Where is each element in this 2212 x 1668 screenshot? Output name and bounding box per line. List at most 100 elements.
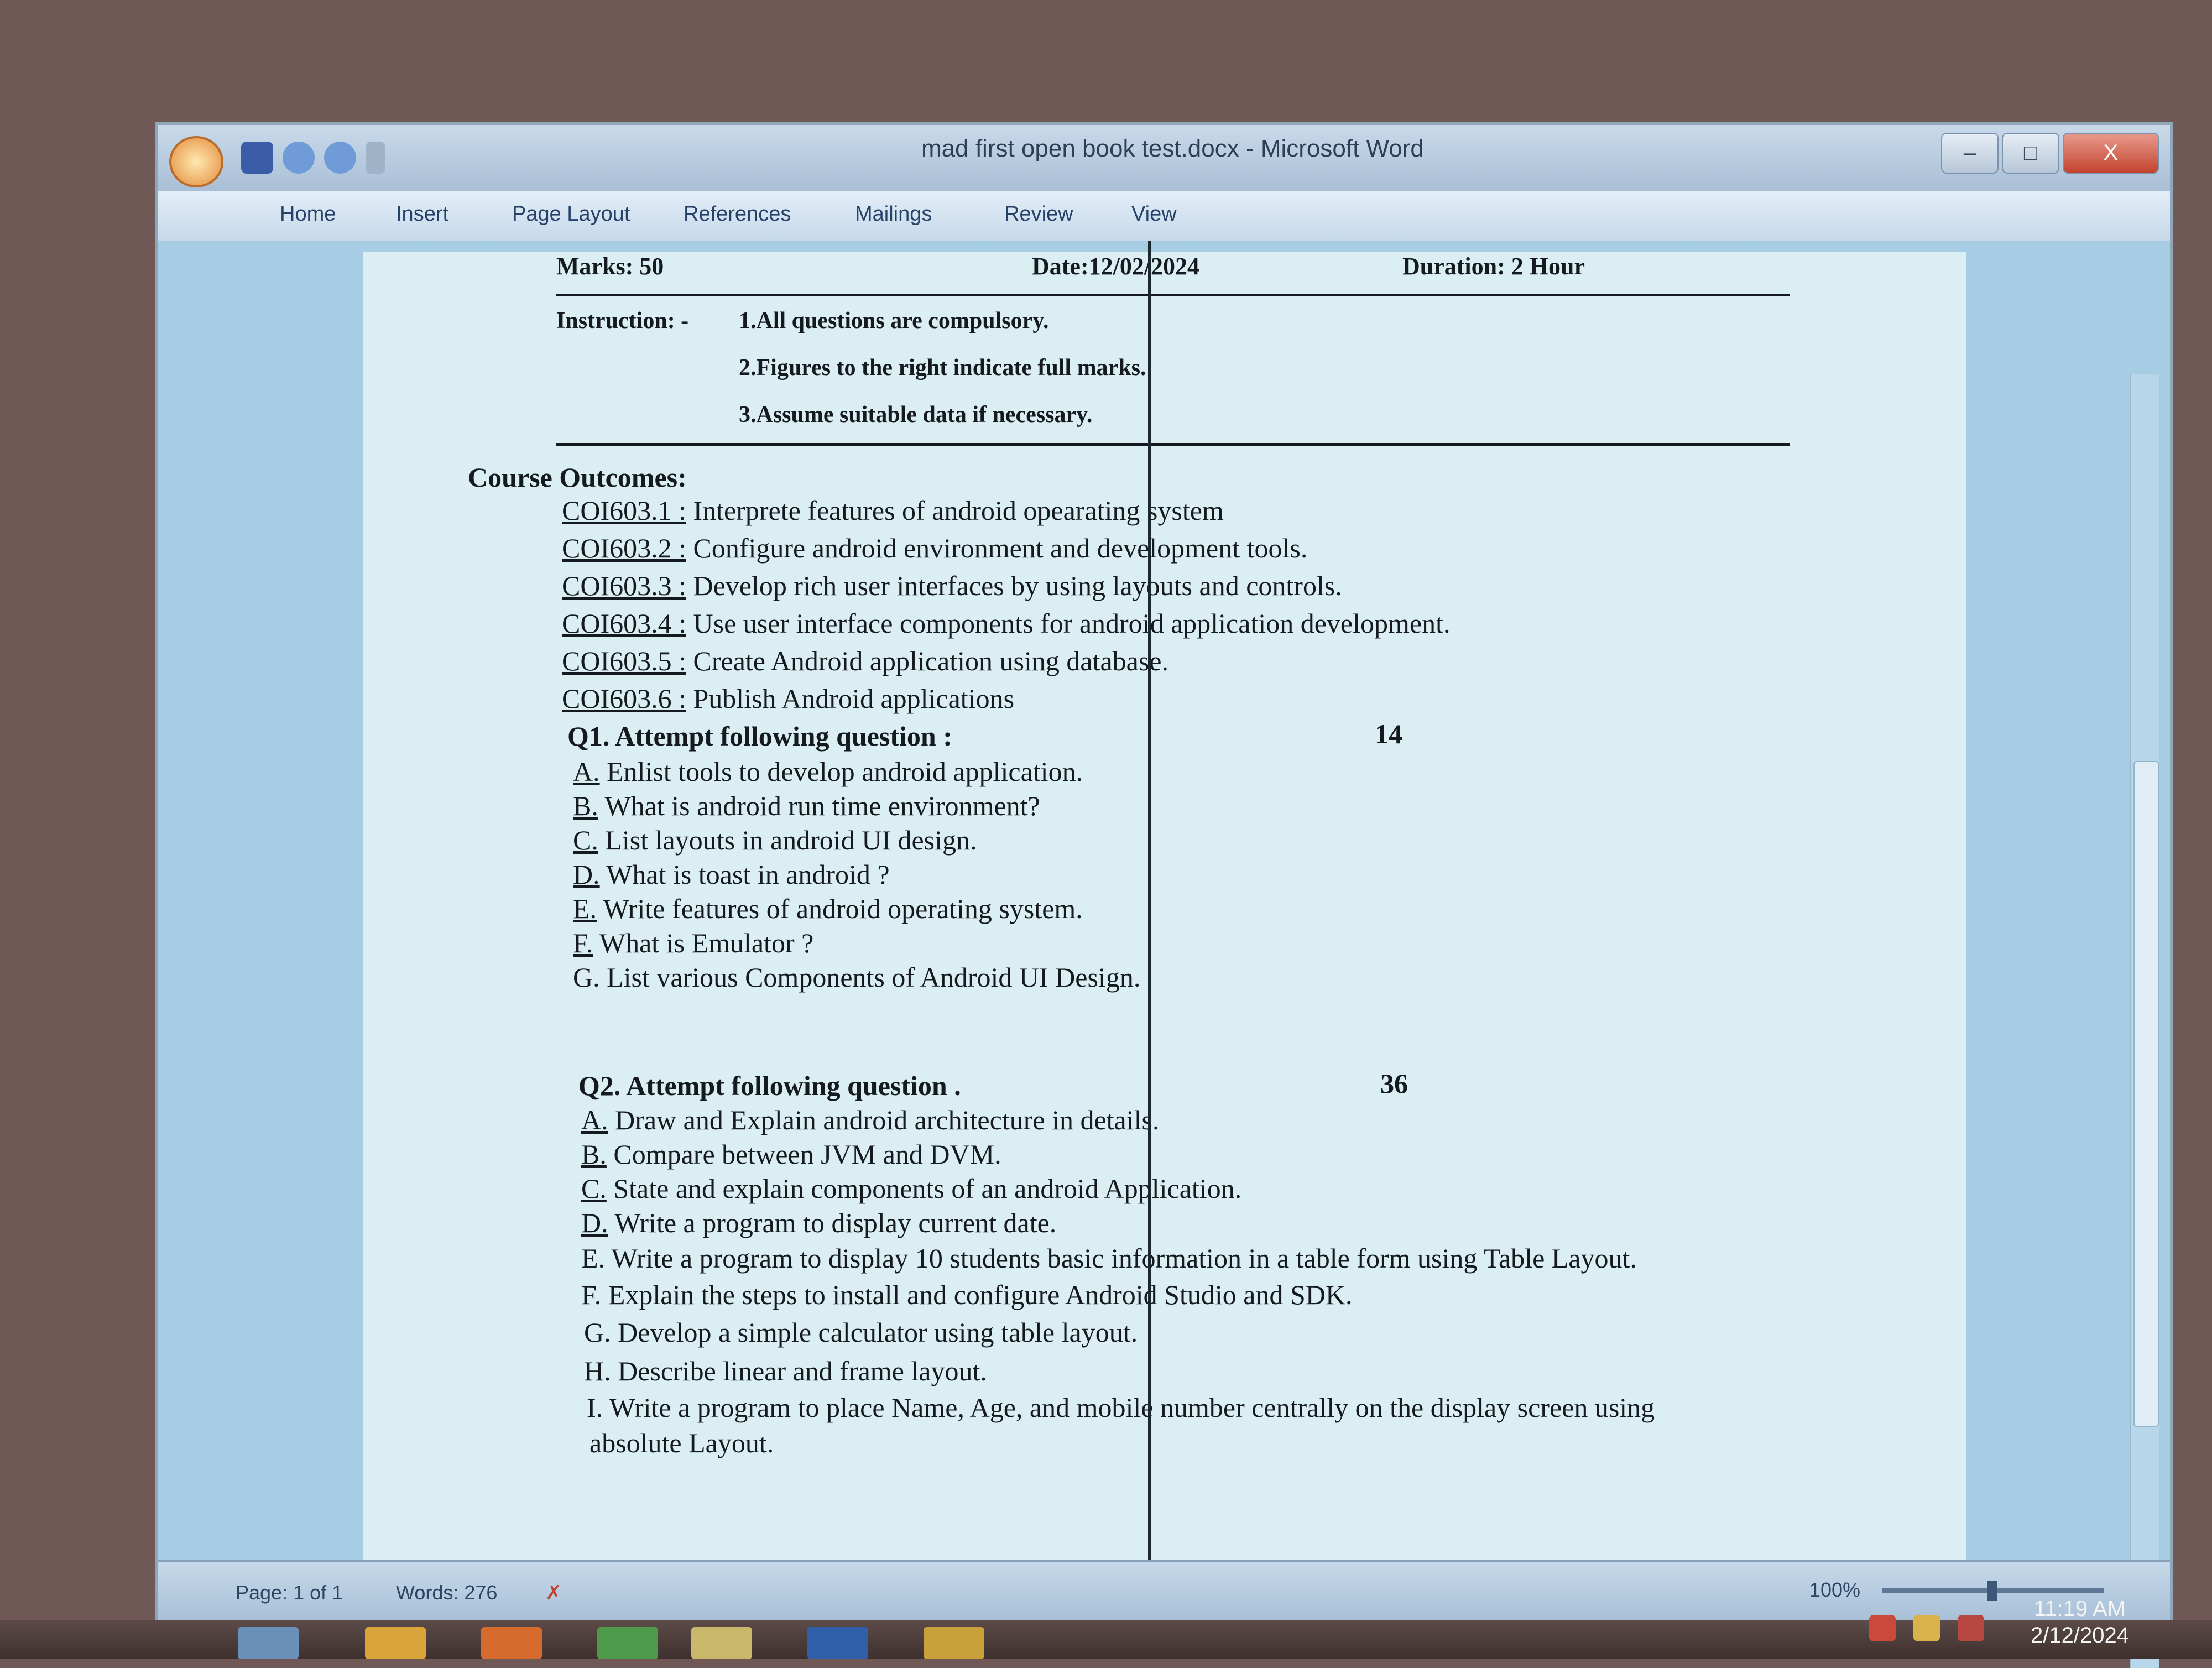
tab-page-layout[interactable]: Page Layout: [512, 202, 630, 226]
q1-marks: 14: [1375, 718, 1402, 749]
close-button[interactable]: X: [2063, 133, 2159, 174]
taskbar-app-icon[interactable]: [924, 1627, 984, 1659]
q2-item: G. Develop a simple calculator using tab…: [584, 1316, 1138, 1348]
zoom-slider-knob[interactable]: [1987, 1581, 1997, 1601]
q2-item: H. Describe linear and frame layout.: [584, 1355, 987, 1387]
item-text: What is toast in android ?: [599, 859, 890, 890]
instruction-label: Instruction: -: [556, 308, 689, 333]
tab-review[interactable]: Review: [1004, 202, 1073, 226]
taskbar-folder-icon[interactable]: [365, 1627, 426, 1659]
scrollbar-thumb[interactable]: [2133, 761, 2159, 1427]
q2-continuation: absolute Layout.: [589, 1427, 774, 1458]
status-bar: Page: 1 of 1 Words: 276 ✗ 100%: [158, 1560, 2170, 1623]
co-code: COI603.5 :: [562, 645, 686, 676]
system-clock[interactable]: 11:19 AM 2/12/2024: [2031, 1596, 2129, 1649]
item-letter: C.: [581, 1173, 607, 1204]
item-letter: A.: [581, 1104, 608, 1135]
item-letter: C.: [573, 825, 598, 856]
item-letter: F.: [581, 1279, 602, 1310]
tab-mailings[interactable]: Mailings: [855, 202, 932, 226]
q2-title: Q2. Attempt following question .: [578, 1070, 961, 1101]
q1-title: Q1. Attempt following question :: [567, 721, 952, 752]
q1-item: D. What is toast in android ?: [573, 858, 890, 890]
item-letter: I.: [587, 1392, 603, 1423]
item-letter: G.: [573, 962, 600, 993]
page-count[interactable]: Page: 1 of 1: [236, 1581, 343, 1604]
item-text: Write a program to display 10 students b…: [605, 1243, 1637, 1274]
co-code: COI603.2 :: [562, 533, 686, 564]
restore-button[interactable]: □: [2002, 133, 2059, 174]
taskbar-app-icon[interactable]: [238, 1627, 299, 1659]
course-outcomes-title: Course Outcomes:: [468, 462, 687, 493]
marks-label: Marks: 50: [556, 253, 664, 280]
customize-quick-access-icon[interactable]: [366, 142, 385, 174]
tab-references[interactable]: References: [684, 202, 791, 226]
save-icon[interactable]: [241, 142, 273, 174]
word-count[interactable]: Words: 276: [396, 1581, 497, 1604]
header-rule: [556, 294, 1790, 296]
taskbar-word-icon[interactable]: [807, 1627, 868, 1659]
taskbar-media-icon[interactable]: [481, 1627, 542, 1659]
q1-item: A. Enlist tools to develop android appli…: [573, 755, 1083, 788]
q1-item: G. List various Components of Android UI…: [573, 961, 1140, 993]
undo-icon[interactable]: [283, 142, 315, 174]
item-letter: E.: [581, 1243, 606, 1274]
co-text: Create Android application using databas…: [686, 645, 1168, 676]
zoom-level[interactable]: 100%: [1809, 1578, 1860, 1602]
item-text: Enlist tools to develop android applicat…: [599, 756, 1083, 787]
screen: { "window": { "title": "mad first open b…: [0, 0, 2212, 1668]
vertical-scrollbar[interactable]: [2130, 374, 2159, 1668]
action-center-flag-icon[interactable]: [1958, 1615, 1984, 1641]
taskbar-app-icon[interactable]: [691, 1627, 752, 1659]
item-text: State and explain components of an andro…: [606, 1173, 1242, 1204]
item-text: What is Emulator ?: [593, 927, 814, 958]
column-guide-line: [1148, 241, 1151, 1635]
co-text: Publish Android applications: [686, 683, 1015, 714]
proofing-icon[interactable]: ✗: [545, 1581, 562, 1604]
q1-item: B. What is android run time environment?: [573, 790, 1040, 822]
q2-item: A. Draw and Explain android architecture…: [581, 1104, 1159, 1136]
item-letter: B.: [573, 790, 598, 821]
item-text: Describe linear and frame layout.: [611, 1356, 987, 1386]
instruction-rule: [556, 443, 1790, 446]
item-text: Compare between JVM and DVM.: [606, 1139, 1001, 1170]
window-title: mad first open book test.docx - Microsof…: [921, 135, 1424, 162]
word-window: mad first open book test.docx - Microsof…: [155, 122, 2173, 1668]
title-bar: mad first open book test.docx - Microsof…: [158, 125, 2170, 193]
redo-icon[interactable]: [324, 142, 356, 174]
item-letter: H.: [584, 1356, 611, 1386]
window-controls: – □ X: [1941, 133, 2159, 174]
co-code: COI603.1 :: [562, 495, 686, 526]
item-text: List layouts in android UI design.: [598, 825, 977, 856]
item-letter: D.: [573, 859, 600, 890]
q2-item: B. Compare between JVM and DVM.: [581, 1138, 1001, 1170]
volume-icon[interactable]: [1869, 1615, 1896, 1641]
co-text: Develop rich user interfaces by using la…: [686, 570, 1342, 601]
item-letter: G.: [584, 1317, 611, 1348]
item-letter: D.: [581, 1207, 608, 1238]
item-text: Write features of android operating syst…: [597, 893, 1083, 924]
co-code: COI603.6 :: [562, 683, 686, 714]
taskbar-browser-icon[interactable]: [597, 1627, 658, 1659]
item-letter: F.: [573, 927, 593, 958]
tab-insert[interactable]: Insert: [396, 202, 448, 226]
tab-home[interactable]: Home: [280, 202, 336, 226]
date-label: Date:12/02/2024: [1032, 253, 1200, 280]
item-text: Explain the steps to install and configu…: [601, 1279, 1353, 1310]
office-button[interactable]: [169, 136, 223, 187]
q1-item: F. What is Emulator ?: [573, 927, 813, 959]
item-text: Write a program to display current date.: [608, 1207, 1057, 1238]
course-outcome-item: COI603.5 : Create Android application us…: [562, 645, 1168, 677]
q2-item: D. Write a program to display current da…: [581, 1207, 1056, 1239]
minimize-button[interactable]: –: [1941, 133, 1999, 174]
item-text: List various Components of Android UI De…: [599, 962, 1141, 993]
zoom-slider[interactable]: [1882, 1581, 2104, 1601]
co-code: COI603.4 :: [562, 608, 686, 639]
clock-date: 2/12/2024: [2031, 1623, 2129, 1648]
item-letter: E.: [573, 893, 597, 924]
instruction-1: 1.All questions are compulsory.: [739, 308, 1049, 333]
document-page[interactable]: Marks: 50 Date:12/02/2024 Duration: 2 Ho…: [363, 252, 1966, 1580]
tab-view[interactable]: View: [1131, 202, 1177, 226]
network-icon[interactable]: [1913, 1615, 1940, 1641]
q1-item: E. Write features of android operating s…: [573, 893, 1083, 925]
